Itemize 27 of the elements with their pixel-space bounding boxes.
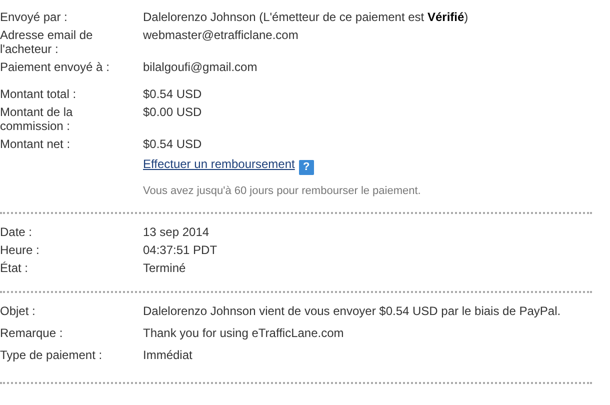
field-label: Montant de la commission : (0, 105, 73, 133)
field-value: webmaster@etrafficlane.com (143, 28, 298, 42)
field-value: $0.00 USD (143, 105, 202, 119)
field-label: Heure : (0, 242, 40, 256)
field-value: $0.54 USD (143, 87, 202, 101)
field-label: Montant total : (0, 87, 76, 101)
field-label: Adresse email de l'acheteur : (0, 28, 93, 56)
refund-link[interactable]: Effectuer un remboursement (143, 157, 295, 171)
field-label: État : (0, 260, 28, 274)
field-value: Dalelorenzo Johnson (L'émetteur de ce paiement est Vérifié) (143, 10, 468, 24)
field-label: Date : (0, 224, 32, 238)
field-value: Immédiat (143, 348, 192, 362)
field-label: Objet : (0, 304, 36, 318)
field-value: Thank you for using eTrafficLane.com (143, 326, 344, 340)
field-label: Type de paiement : (0, 348, 102, 362)
field-value: Dalelorenzo Johnson vient de vous envoyer $0.54 USD par le biais de PayPal. (143, 304, 561, 318)
field-label: Paiement envoyé à : (0, 60, 110, 74)
field-label: Remarque : (0, 326, 63, 340)
field-value: Terminé (143, 260, 186, 274)
field-value: 04:37:51 PDT (143, 242, 218, 256)
refund-note: Vous avez jusqu'à 60 jours pour rembourser le paiement. (143, 185, 421, 197)
help-icon[interactable]: ? (298, 160, 314, 175)
field-value: bilalgoufi@gmail.com (143, 60, 258, 74)
field-value: $0.54 USD (143, 137, 202, 151)
field-label: Montant net : (0, 137, 70, 151)
field-label: Envoyé par : (0, 10, 68, 24)
field-value: 13 sep 2014 (143, 224, 210, 238)
